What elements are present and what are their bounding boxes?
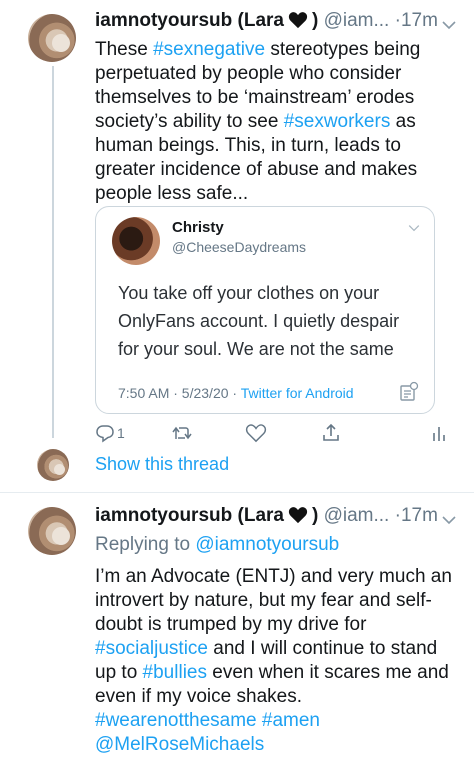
display-name[interactable]: iamnotyoursub (Lara <box>95 10 284 31</box>
text-segment: I’m an Advocate (ENTJ) and very much an … <box>95 566 452 635</box>
avatar[interactable] <box>28 507 76 555</box>
quoted-handle[interactable]: @CheeseDaydreams <box>172 239 306 255</box>
tweet-text: I’m an Advocate (ENTJ) and very much an … <box>95 565 460 757</box>
thread-connector <box>52 66 54 438</box>
text-segment: These <box>95 39 154 60</box>
hashtag-link[interactable]: #sexnegative <box>153 39 265 60</box>
quoted-meta: 7:50 AM · 5/23/20 · Twitter for Android <box>118 385 354 401</box>
replying-to: Replying to @iamnotyoursub <box>95 533 460 557</box>
replying-to-handle[interactable]: @iamnotyoursub <box>195 534 339 555</box>
display-name-close: ) <box>311 10 319 31</box>
tweet-text: These #sexnegative stereotypes being per… <box>95 38 460 206</box>
black-heart-icon <box>288 506 308 530</box>
retweet-icon <box>172 426 192 440</box>
display-name-close: ) <box>311 505 319 526</box>
handle[interactable]: @iam... <box>324 10 390 31</box>
tweet-header: iamnotyoursub (Lara) @iam... ·17m <box>95 505 460 531</box>
mention-link[interactable]: @MelRoseMichaels <box>95 734 264 755</box>
reply-count: 1 <box>117 425 125 441</box>
retweet-button[interactable] <box>171 423 193 443</box>
quoted-source[interactable]: Twitter for Android <box>241 385 354 401</box>
timestamp[interactable]: 17m <box>401 505 438 526</box>
analytics-icon[interactable] <box>398 381 420 408</box>
chevron-down-icon[interactable] <box>442 509 456 531</box>
hashtag-link[interactable]: #bullies <box>143 662 207 683</box>
tweet-header: iamnotyoursub (Lara) @iam... ·17m <box>95 10 460 36</box>
like-button[interactable] <box>245 423 267 443</box>
share-button[interactable] <box>321 423 341 443</box>
quoted-display-name[interactable]: Christy <box>172 219 224 236</box>
tweet-1[interactable]: iamnotyoursub (Lara) @iam... ·17m These … <box>0 0 474 492</box>
stats-icon <box>433 427 445 441</box>
quoted-tweet[interactable]: Christy @CheeseDaydreams You take off yo… <box>95 206 435 414</box>
hashtag-link[interactable]: #amen <box>262 710 320 731</box>
show-thread-link[interactable]: Show this thread <box>95 454 229 475</box>
hashtag-link[interactable]: #sexworkers <box>284 111 391 132</box>
handle[interactable]: @iam... <box>324 505 390 526</box>
avatar[interactable] <box>28 14 76 62</box>
stats-button[interactable] <box>431 423 447 443</box>
thread-avatar[interactable] <box>37 449 69 481</box>
reply-icon <box>96 425 114 443</box>
quoted-timestamp: 7:50 AM · 5/23/20 · <box>118 385 241 401</box>
chevron-down-icon[interactable] <box>442 14 456 36</box>
tweet-actions: 1 <box>95 423 455 447</box>
timestamp[interactable]: 17m <box>401 10 438 31</box>
hashtag-link[interactable]: #socialjustice <box>95 638 208 659</box>
quoted-text: You take off your clothes on your OnlyFa… <box>118 283 400 359</box>
replying-to-label: Replying to <box>95 534 196 555</box>
reply-button[interactable]: 1 <box>95 423 125 443</box>
share-icon <box>323 423 339 441</box>
quoted-avatar[interactable] <box>112 217 160 265</box>
display-name[interactable]: iamnotyoursub (Lara <box>95 505 284 526</box>
tweet-2[interactable]: iamnotyoursub (Lara) @iam... ·17m Replyi… <box>0 493 474 760</box>
chevron-down-icon[interactable] <box>408 219 420 237</box>
hashtag-link[interactable]: #wearenotthesame <box>95 710 257 731</box>
black-heart-icon <box>288 11 308 35</box>
like-icon <box>245 424 267 443</box>
